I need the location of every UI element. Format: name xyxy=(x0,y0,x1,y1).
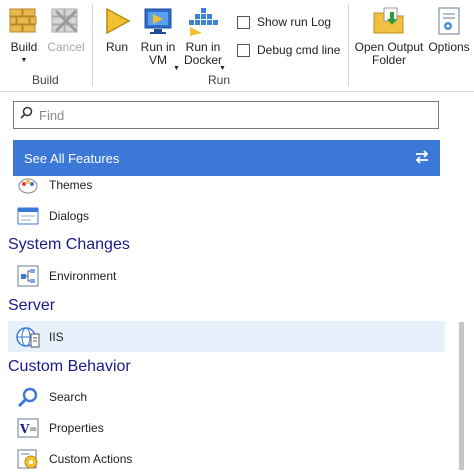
list-item-properties[interactable]: V = Properties xyxy=(8,412,445,443)
run-button-label: Run xyxy=(105,40,128,54)
chevron-down-icon[interactable]: ▼ xyxy=(173,62,180,75)
environment-icon xyxy=(16,264,40,288)
list-item-label: IIS xyxy=(49,329,64,344)
list-item-custom-actions[interactable]: Custom Actions xyxy=(8,443,445,474)
run-button[interactable]: Run xyxy=(101,4,133,54)
iis-icon xyxy=(16,325,40,349)
find-input[interactable] xyxy=(39,107,419,123)
checkbox-box[interactable] xyxy=(237,15,250,29)
see-all-features-button[interactable]: See All Features xyxy=(13,140,440,176)
properties-icon: V = xyxy=(16,416,40,440)
run-in-docker-button[interactable]: Run in Docker ▼ xyxy=(181,4,226,72)
show-run-log-checkbox[interactable]: Show run Log xyxy=(237,15,331,29)
list-item-label: Properties xyxy=(49,420,104,435)
options-button-label: Options xyxy=(428,40,470,54)
open-output-folder-button[interactable]: Open Output Folder xyxy=(353,4,425,67)
vm-monitor-icon xyxy=(141,4,175,38)
cancel-bricks-icon xyxy=(49,4,83,38)
list-item-label: Dialogs xyxy=(49,208,90,223)
feature-list: Themes Dialogs System Changes Environmen xyxy=(0,178,455,474)
run-group-label: Run xyxy=(208,73,231,87)
list-item-themes[interactable]: Themes xyxy=(8,178,445,200)
debug-cmd-line-checkbox[interactable]: Debug cmd line xyxy=(237,43,340,57)
build-bricks-icon xyxy=(7,4,41,38)
see-all-features-label: See All Features xyxy=(24,150,120,166)
list-item-search[interactable]: Search xyxy=(8,381,445,412)
cancel-button-label: Cancel xyxy=(47,40,85,54)
category-custom-behavior: Custom Behavior xyxy=(8,358,131,375)
dialogs-icon xyxy=(16,204,40,228)
options-button[interactable]: Options xyxy=(427,4,471,54)
list-item-label: Environment xyxy=(49,268,117,283)
list-item-environment[interactable]: Environment xyxy=(8,260,445,291)
svg-text:=: = xyxy=(29,424,37,435)
swap-arrows-icon[interactable] xyxy=(414,149,430,167)
build-button[interactable]: Build ▼ xyxy=(6,4,42,67)
list-item-iis[interactable]: IIS xyxy=(8,321,445,352)
cancel-button[interactable]: Cancel xyxy=(47,4,85,54)
category-system-changes: System Changes xyxy=(8,236,130,253)
ribbon-separator xyxy=(92,4,93,86)
build-button-label: Build xyxy=(10,40,38,54)
list-item-label: Custom Actions xyxy=(49,451,133,466)
checkbox-box[interactable] xyxy=(237,43,250,57)
chevron-down-icon[interactable]: ▼ xyxy=(21,54,28,67)
list-item-label: Themes xyxy=(49,178,93,192)
play-icon xyxy=(100,4,134,38)
themes-icon xyxy=(16,178,40,197)
category-server: Server xyxy=(8,297,56,314)
show-run-log-label: Show run Log xyxy=(257,15,332,29)
ribbon-separator xyxy=(348,4,349,86)
build-group-label: Build xyxy=(32,73,59,87)
search-icon xyxy=(20,106,33,124)
options-icon xyxy=(432,4,466,38)
docker-icon xyxy=(186,4,220,38)
scrollbar-thumb[interactable] xyxy=(459,322,464,470)
list-item-dialogs[interactable]: Dialogs xyxy=(8,200,445,231)
find-box[interactable] xyxy=(13,101,439,129)
search-icon xyxy=(16,385,40,409)
folder-icon xyxy=(372,4,406,38)
run-in-vm-button[interactable]: Run in VM ▼ xyxy=(137,4,180,72)
open-output-folder-label: Open Output Folder xyxy=(354,40,424,67)
ribbon: Build ▼ Cancel Build Run Run in VM ▼ Run… xyxy=(0,0,474,92)
list-item-label: Search xyxy=(49,389,88,404)
debug-cmd-line-label: Debug cmd line xyxy=(257,43,341,57)
custom-actions-icon xyxy=(16,447,40,471)
